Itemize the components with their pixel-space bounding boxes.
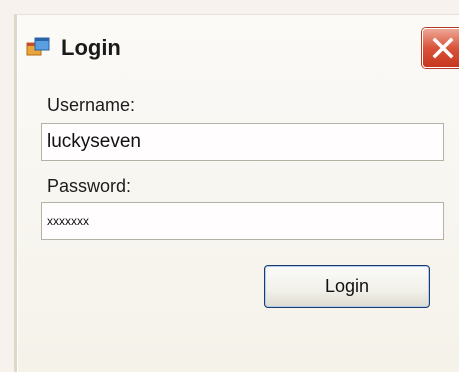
- login-dialog: Login Username: Password: Login: [14, 14, 459, 372]
- username-label: Username:: [47, 95, 136, 115]
- window-title: Login: [61, 35, 121, 60]
- login-button[interactable]: Login: [264, 265, 430, 308]
- title-bar[interactable]: Login: [17, 15, 459, 81]
- close-button[interactable]: [422, 28, 459, 68]
- password-field-frame: [41, 202, 444, 240]
- password-input[interactable]: [42, 203, 443, 239]
- password-label: Password:: [47, 176, 132, 196]
- username-field-frame: [41, 123, 444, 161]
- form-window-icon: [26, 36, 50, 60]
- username-input[interactable]: [42, 124, 443, 160]
- close-x-icon: [432, 37, 454, 59]
